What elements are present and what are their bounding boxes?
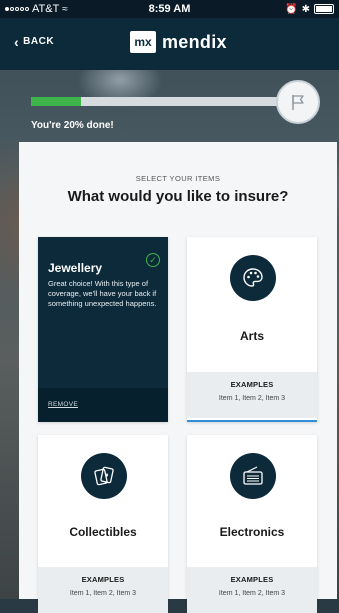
status-right: ⏰ ✱ bbox=[214, 4, 334, 15]
examples-items: Item 1, Item 2, Item 3 bbox=[69, 590, 137, 597]
mendix-logo: mx mendix bbox=[130, 31, 227, 53]
examples-items: Item 1, Item 2, Item 3 bbox=[218, 590, 286, 597]
main-panel: SELECT YOUR ITEMS What would you like to… bbox=[19, 142, 337, 613]
card-accent-bar bbox=[187, 420, 317, 422]
finish-flag-icon bbox=[276, 80, 320, 124]
signal-dots-icon bbox=[5, 7, 29, 11]
status-left: AT&T ≈ bbox=[5, 3, 125, 15]
progress-bar bbox=[31, 97, 281, 106]
remove-link[interactable]: REMOVE bbox=[48, 401, 78, 408]
clock-time: 8:59 AM bbox=[148, 3, 191, 15]
back-button[interactable]: ‹ BACK bbox=[14, 33, 55, 50]
logo-text: mendix bbox=[162, 31, 227, 52]
examples-box: EXAMPLES Item 1, Item 2, Item 3 bbox=[187, 372, 317, 418]
palette-icon bbox=[230, 255, 276, 301]
alarm-icon: ⏰ bbox=[285, 3, 298, 15]
card-title: Arts bbox=[239, 329, 264, 343]
logo-mark: mx bbox=[130, 31, 156, 53]
item-card-collectibles[interactable]: Collectibles EXAMPLES Item 1, Item 2, It… bbox=[38, 435, 168, 613]
examples-title: EXAMPLES bbox=[230, 380, 274, 389]
card-title: Jewellery bbox=[48, 261, 103, 275]
examples-box: EXAMPLES Item 1, Item 2, Item 3 bbox=[38, 567, 168, 613]
card-title: Collectibles bbox=[69, 525, 137, 539]
radio-icon bbox=[230, 453, 276, 499]
wifi-icon: ≈ bbox=[62, 3, 68, 15]
top-nav-bar: ‹ BACK mx mendix bbox=[0, 18, 339, 70]
chevron-left-icon: ‹ bbox=[14, 33, 20, 50]
carrier-label: AT&T bbox=[32, 3, 60, 15]
playing-cards-icon bbox=[81, 453, 127, 499]
card-footer: REMOVE bbox=[38, 388, 168, 422]
item-card-arts[interactable]: Arts EXAMPLES Item 1, Item 2, Item 3 bbox=[187, 237, 317, 422]
check-icon: ✓ bbox=[146, 253, 160, 267]
section-eyebrow: SELECT YOUR ITEMS bbox=[135, 174, 221, 183]
status-bar: AT&T ≈ 8:59 AM ⏰ ✱ bbox=[0, 0, 339, 18]
card-title: Electronics bbox=[219, 525, 285, 539]
item-card-electronics[interactable]: Electronics EXAMPLES Item 1, Item 2, Ite… bbox=[187, 435, 317, 613]
examples-items: Item 1, Item 2, Item 3 bbox=[218, 395, 286, 402]
examples-box: EXAMPLES Item 1, Item 2, Item 3 bbox=[187, 567, 317, 613]
examples-title: EXAMPLES bbox=[81, 575, 125, 584]
battery-icon bbox=[314, 4, 334, 14]
bluetooth-icon: ✱ bbox=[301, 3, 310, 15]
back-label: BACK bbox=[23, 36, 55, 47]
progress-label: You're 20% done! bbox=[31, 120, 114, 131]
item-card-jewellery[interactable]: Jewellery ✓ Great choice! With this type… bbox=[38, 237, 168, 422]
page-question: What would you like to insure? bbox=[67, 188, 289, 205]
progress-fill bbox=[31, 97, 81, 106]
examples-title: EXAMPLES bbox=[230, 575, 274, 584]
card-description: Great choice! With this type of coverage… bbox=[48, 279, 157, 308]
